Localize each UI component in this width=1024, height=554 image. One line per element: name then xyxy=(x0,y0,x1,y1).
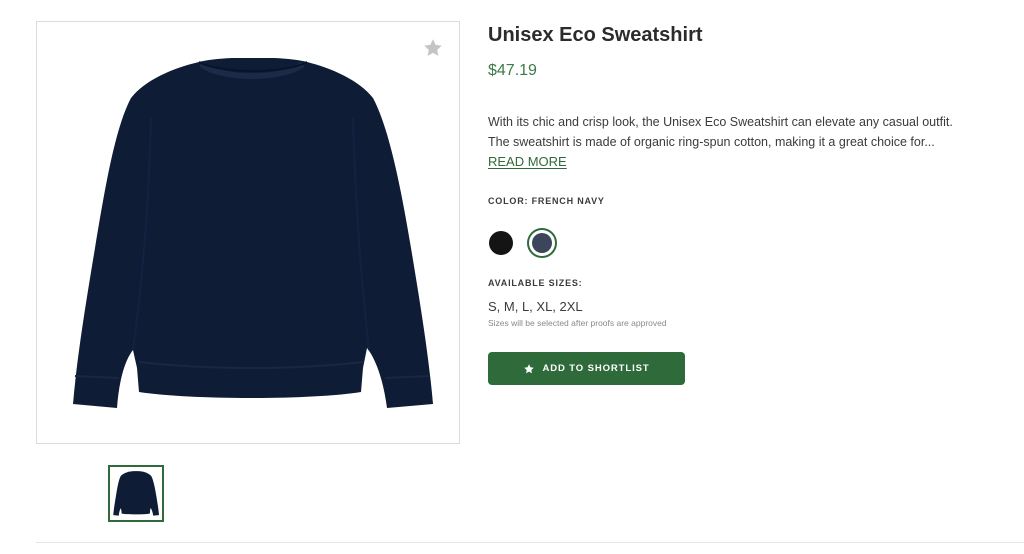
product-description: With its chic and crisp look, the Unisex… xyxy=(488,112,1024,152)
color-label: COLOR: FRENCH NAVY xyxy=(488,196,605,206)
description-line: With its chic and crisp look, the Unisex… xyxy=(488,115,953,129)
read-more-link[interactable]: READ MORE xyxy=(488,154,567,169)
product-info: Unisex Eco Sweatshirt $47.19 With its ch… xyxy=(488,24,1018,385)
section-divider xyxy=(36,542,1024,543)
add-to-shortlist-button[interactable]: ADD TO SHORTLIST xyxy=(488,352,685,385)
favorite-button[interactable] xyxy=(421,36,445,60)
star-icon xyxy=(524,363,535,373)
shortlist-label: ADD TO SHORTLIST xyxy=(542,363,650,374)
thumbnail-image[interactable] xyxy=(108,465,164,522)
swatch-fill xyxy=(532,233,552,253)
sizes-note: Sizes will be selected after proofs are … xyxy=(488,318,667,328)
product-price: $47.19 xyxy=(488,62,537,79)
sweatshirt-thumbnail xyxy=(113,470,159,516)
product-main-image xyxy=(36,21,460,444)
star-icon xyxy=(424,39,442,56)
sizes-label: AVAILABLE SIZES: xyxy=(488,278,583,288)
description-line: The sweatshirt is made of organic ring-s… xyxy=(488,135,935,149)
sweatshirt-image xyxy=(73,58,433,408)
color-swatch-french-navy[interactable] xyxy=(527,228,557,258)
sizes-value: S, M, L, XL, 2XL xyxy=(488,299,583,314)
product-title: Unisex Eco Sweatshirt xyxy=(488,24,703,46)
color-swatch-black[interactable] xyxy=(489,231,513,255)
